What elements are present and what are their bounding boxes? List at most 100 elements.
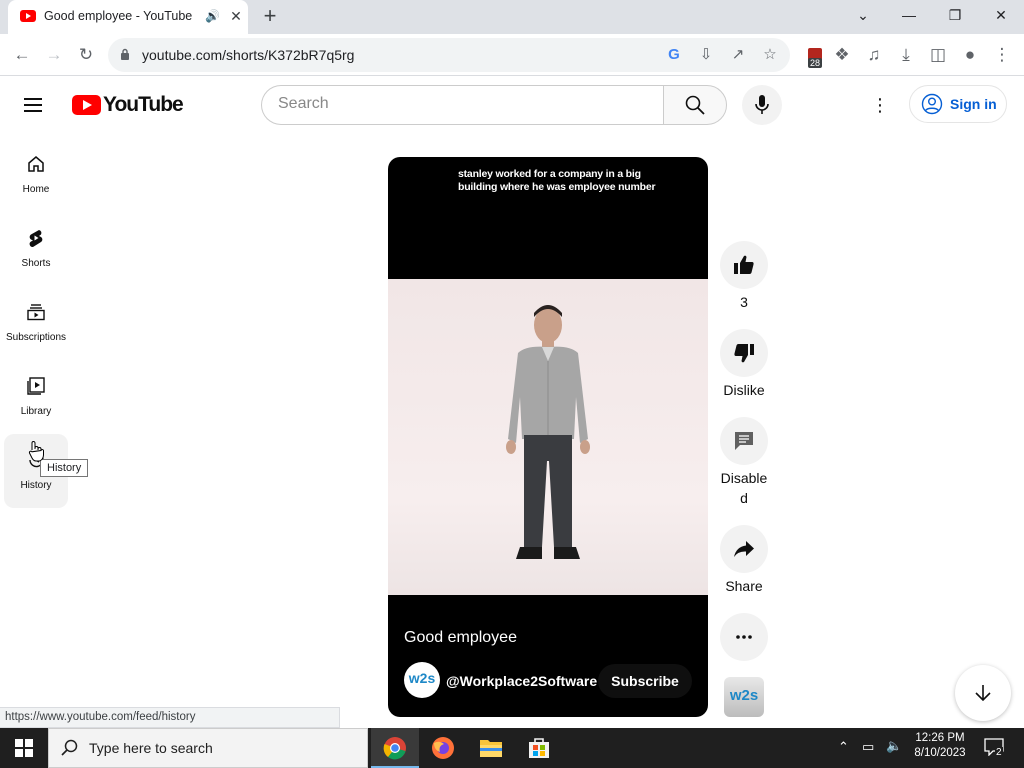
tab-audio-icon[interactable]: 🔊 bbox=[205, 9, 220, 23]
taskbar-store[interactable] bbox=[515, 728, 563, 768]
channel-name-link[interactable]: @Workplace2Software bbox=[446, 673, 597, 689]
next-video-button[interactable] bbox=[955, 665, 1011, 721]
reload-button[interactable]: ↻ bbox=[72, 41, 100, 69]
shorts-player[interactable]: stanley worked for a company in a big bu… bbox=[388, 157, 708, 717]
dislike-button[interactable] bbox=[720, 329, 768, 377]
taskbar-search-box[interactable]: Type here to search bbox=[48, 728, 368, 768]
sidebar-item-subscriptions[interactable]: Subscriptions bbox=[4, 290, 68, 364]
extension-badge-count: 28 bbox=[808, 58, 823, 68]
dislike-label: Dislike bbox=[723, 382, 765, 398]
tray-date: 8/10/2023 bbox=[914, 747, 966, 759]
restore-button[interactable]: ❐ bbox=[932, 0, 978, 30]
chrome-menu-icon[interactable]: ⋮ bbox=[988, 41, 1016, 69]
tray-chevron-icon[interactable]: ⌃ bbox=[838, 739, 849, 755]
tab-search-chevron-icon[interactable]: ⌄ bbox=[840, 0, 886, 30]
sidebar-item-label: Shorts bbox=[21, 258, 51, 269]
short-title[interactable]: Good employee bbox=[404, 629, 517, 647]
search-input[interactable] bbox=[278, 95, 648, 113]
channel-thumbnail[interactable]: w2s bbox=[724, 677, 764, 717]
downloads-icon[interactable]: ⤓ bbox=[892, 41, 920, 69]
youtube-logo[interactable]: YouTube bbox=[72, 93, 184, 117]
notification-center-button[interactable]: 2 bbox=[982, 738, 1006, 758]
extensions-puzzle-icon[interactable]: ❖ bbox=[828, 41, 856, 69]
tray-time: 12:26 PM bbox=[915, 732, 965, 744]
comments-button[interactable] bbox=[720, 417, 768, 465]
thumbs-down-icon bbox=[734, 344, 754, 363]
network-icon[interactable]: ▭ bbox=[862, 739, 874, 755]
google-lens-icon[interactable]: G bbox=[662, 43, 686, 67]
more-actions-button[interactable] bbox=[720, 613, 768, 661]
sidebar-item-library[interactable]: Library bbox=[4, 364, 68, 438]
browser-tab[interactable]: Good employee - YouTube 🔊 ✕ bbox=[8, 0, 248, 34]
back-button[interactable]: ← bbox=[8, 41, 36, 69]
store-bag-icon bbox=[529, 738, 549, 758]
like-button[interactable] bbox=[720, 241, 768, 289]
search-box bbox=[261, 85, 664, 125]
windows-logo-icon bbox=[15, 739, 33, 757]
account-circle-icon bbox=[921, 93, 943, 115]
youtube-favicon-icon bbox=[20, 10, 36, 22]
employee-figure-image bbox=[506, 305, 590, 559]
volume-icon[interactable]: 🔈 bbox=[886, 738, 902, 754]
thumbs-up-icon bbox=[734, 255, 754, 274]
sidebar-item-label: History bbox=[20, 480, 52, 491]
taskbar-search-placeholder: Type here to search bbox=[89, 740, 213, 756]
channel-avatar-text: w2s bbox=[408, 670, 436, 686]
firefox-icon bbox=[432, 737, 454, 759]
menu-hamburger-icon[interactable] bbox=[24, 95, 48, 115]
taskbar-search-icon bbox=[61, 739, 78, 756]
minimize-button[interactable]: — bbox=[886, 0, 932, 30]
share-button[interactable] bbox=[720, 525, 768, 573]
sidebar-item-label: Subscriptions bbox=[5, 332, 67, 343]
install-app-icon[interactable]: ⇩ bbox=[694, 43, 718, 67]
sidebar-item-label: Library bbox=[20, 406, 52, 417]
video-caption-text: stanley worked for a company in a big bu… bbox=[458, 168, 656, 193]
youtube-play-logo-icon bbox=[72, 95, 101, 115]
tab-close-icon[interactable]: ✕ bbox=[228, 8, 244, 24]
subscribe-button[interactable]: Subscribe bbox=[598, 664, 692, 698]
forward-button[interactable]: → bbox=[40, 41, 68, 69]
url-text[interactable]: youtube.com/shorts/K372bR7q5rg bbox=[142, 47, 354, 63]
share-label: Share bbox=[725, 578, 763, 594]
library-icon bbox=[27, 377, 45, 395]
video-frame[interactable] bbox=[388, 279, 708, 595]
tab-title: Good employee - YouTube bbox=[44, 9, 193, 23]
chrome-icon bbox=[383, 737, 406, 760]
link-status-bar: https://www.youtube.com/feed/history bbox=[0, 707, 340, 728]
share-page-icon[interactable]: ↗ bbox=[726, 43, 750, 67]
voice-search-button[interactable] bbox=[742, 85, 782, 125]
microphone-icon bbox=[755, 95, 769, 114]
channel-avatar[interactable]: w2s bbox=[404, 662, 440, 698]
taskbar-firefox[interactable] bbox=[419, 728, 467, 768]
profile-icon[interactable]: ● bbox=[956, 41, 984, 69]
youtube-logo-text: YouTube bbox=[103, 93, 184, 116]
share-icon bbox=[734, 541, 754, 557]
home-icon bbox=[28, 156, 44, 172]
youtube-masthead: YouTube ⋮ Sign in bbox=[0, 77, 1024, 133]
hand-cursor-icon bbox=[28, 441, 44, 462]
sign-in-label: Sign in bbox=[950, 96, 997, 112]
search-button[interactable] bbox=[663, 85, 727, 125]
lock-icon bbox=[121, 48, 129, 60]
arrow-down-icon bbox=[975, 685, 991, 702]
shorts-icon bbox=[29, 230, 43, 248]
taskbar-file-explorer[interactable] bbox=[467, 728, 515, 768]
settings-more-icon[interactable]: ⋮ bbox=[868, 93, 892, 117]
address-bar[interactable]: youtube.com/shorts/K372bR7q5rg G ⇩ ↗ ☆ bbox=[108, 38, 790, 72]
side-panel-icon[interactable]: ◫ bbox=[924, 41, 952, 69]
start-button[interactable] bbox=[0, 728, 48, 768]
media-controls-icon[interactable]: ♫ bbox=[860, 41, 888, 69]
new-tab-button[interactable]: + bbox=[258, 5, 282, 29]
channel-thumbnail-text: w2s bbox=[729, 687, 759, 704]
browser-toolbar: ← → ↻ youtube.com/shorts/K372bR7q5rg G ⇩… bbox=[0, 34, 1024, 76]
sidebar-item-home[interactable]: Home bbox=[4, 142, 68, 216]
comments-disabled-label: Disabled bbox=[720, 470, 768, 506]
sidebar-item-shorts[interactable]: Shorts bbox=[4, 216, 68, 290]
bookmark-star-icon[interactable]: ☆ bbox=[758, 43, 782, 67]
close-window-button[interactable]: ✕ bbox=[978, 0, 1024, 30]
sign-in-button[interactable]: Sign in bbox=[909, 85, 1007, 123]
folder-icon bbox=[480, 740, 502, 757]
tray-clock[interactable]: 12:26 PM 8/10/2023 bbox=[908, 732, 972, 759]
history-tooltip: History bbox=[40, 459, 89, 477]
taskbar-chrome[interactable] bbox=[371, 728, 419, 768]
